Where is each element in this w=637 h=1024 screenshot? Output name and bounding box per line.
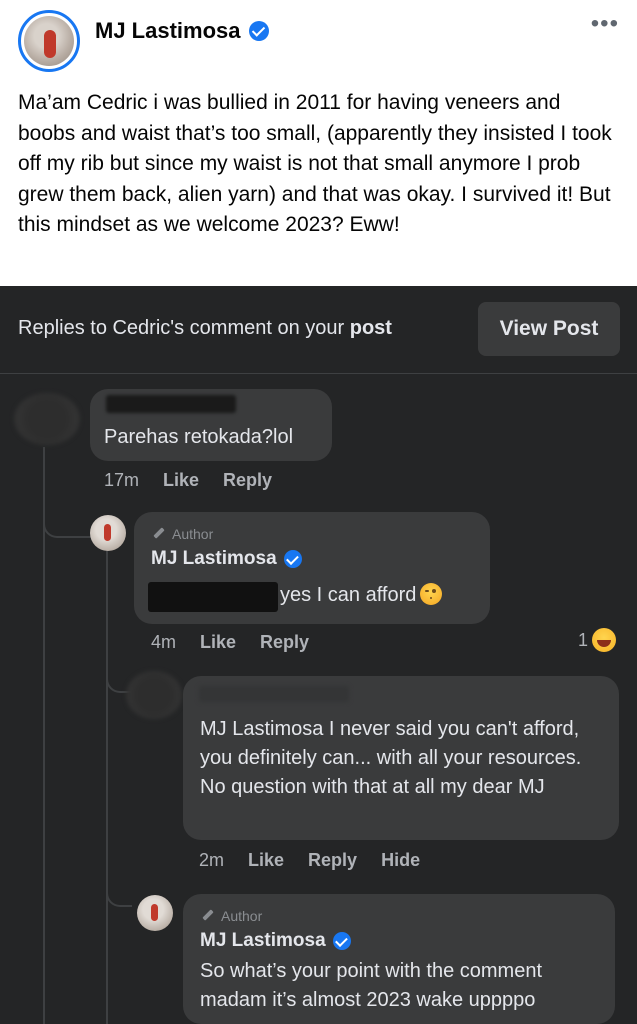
comment-thread: Parehas retokada?lol 17m Like Reply Auth… bbox=[0, 375, 637, 1024]
verified-badge-icon bbox=[248, 21, 269, 41]
author-tag-label: Author bbox=[172, 526, 214, 542]
redacted-name bbox=[199, 686, 349, 702]
reply-bubble: Author MJ Lastimosa So what’s your point… bbox=[183, 894, 615, 1024]
thread-line-main bbox=[43, 447, 45, 1024]
hide-button[interactable]: Hide bbox=[381, 850, 420, 871]
reply-text: MJ Lastimosa I never said you can't affo… bbox=[200, 718, 582, 798]
reply-author-name-text[interactable]: MJ Lastimosa bbox=[151, 548, 277, 570]
verified-badge-icon bbox=[332, 932, 351, 950]
post-author-name[interactable]: MJ Lastimosa bbox=[95, 18, 269, 44]
reply-text: So what’s your point with the comment ma… bbox=[200, 960, 543, 1011]
like-button[interactable]: Like bbox=[163, 470, 199, 491]
post-body: Ma’am Cedric i was bullied in 2011 for h… bbox=[18, 91, 612, 236]
replies-title: Replies to Cedric's comment on your post bbox=[18, 317, 392, 340]
reply-time: 2m bbox=[199, 850, 225, 870]
reply-time: 4m bbox=[151, 632, 177, 652]
commenter-avatar[interactable] bbox=[126, 671, 182, 719]
author-avatar[interactable] bbox=[90, 515, 126, 551]
reply-bubble: MJ Lastimosa I never said you can't affo… bbox=[183, 676, 619, 840]
reply-button[interactable]: Reply bbox=[260, 632, 309, 653]
reply-author-name[interactable]: MJ Lastimosa bbox=[151, 548, 302, 570]
comment-bubble: Parehas retokada?lol bbox=[90, 389, 332, 461]
replies-title-prefix: Replies to Cedric's comment on your bbox=[18, 317, 350, 339]
redacted-name bbox=[106, 395, 236, 413]
wink-emoji-icon bbox=[420, 583, 443, 605]
redacted-mention bbox=[148, 582, 278, 612]
comment-text: Parehas retokada?lol bbox=[104, 426, 294, 448]
pencil-icon bbox=[201, 909, 215, 923]
reaction-count[interactable]: 1 bbox=[578, 628, 617, 652]
comment-actions: 17m Like Reply bbox=[104, 470, 272, 491]
thread-line-reply bbox=[106, 550, 108, 1024]
comment-time: 17m bbox=[104, 470, 140, 490]
author-tag: Author bbox=[152, 526, 213, 542]
author-tag: Author bbox=[201, 908, 262, 924]
post-card: MJ Lastimosa ••• Ma’am Cedric i was bull… bbox=[0, 0, 637, 286]
commenter-avatar[interactable] bbox=[14, 393, 80, 445]
reply-button[interactable]: Reply bbox=[223, 470, 272, 491]
reply-author-name[interactable]: MJ Lastimosa bbox=[200, 930, 351, 952]
haha-reaction-icon bbox=[592, 628, 617, 652]
post-author-avatar[interactable] bbox=[18, 10, 80, 72]
reply-actions: 2m Like Reply Hide bbox=[199, 850, 420, 871]
verified-badge-icon bbox=[283, 550, 302, 568]
reply-text-content: yes I can afford bbox=[280, 584, 417, 606]
post-author-name-text[interactable]: MJ Lastimosa bbox=[95, 18, 241, 44]
thread-connector-1 bbox=[43, 480, 93, 538]
view-post-button[interactable]: View Post bbox=[478, 302, 620, 356]
like-button[interactable]: Like bbox=[248, 850, 284, 871]
reply-text: yes I can afford bbox=[280, 581, 443, 610]
replies-header: Replies to Cedric's comment on your post… bbox=[0, 286, 637, 374]
reaction-count-number: 1 bbox=[578, 629, 589, 650]
more-options-icon[interactable]: ••• bbox=[591, 10, 619, 38]
reply-bubble: Author MJ Lastimosa yes I can afford bbox=[134, 512, 490, 624]
author-tag-label: Author bbox=[221, 908, 263, 924]
reply-button[interactable]: Reply bbox=[308, 850, 357, 871]
pencil-icon bbox=[152, 527, 166, 541]
thread-connector-3 bbox=[106, 845, 132, 907]
like-button[interactable]: Like bbox=[200, 632, 236, 653]
author-avatar[interactable] bbox=[137, 895, 173, 931]
reply-actions: 4m Like Reply bbox=[151, 632, 309, 653]
reply-author-name-text[interactable]: MJ Lastimosa bbox=[200, 930, 326, 952]
replies-title-post: post bbox=[349, 317, 392, 339]
